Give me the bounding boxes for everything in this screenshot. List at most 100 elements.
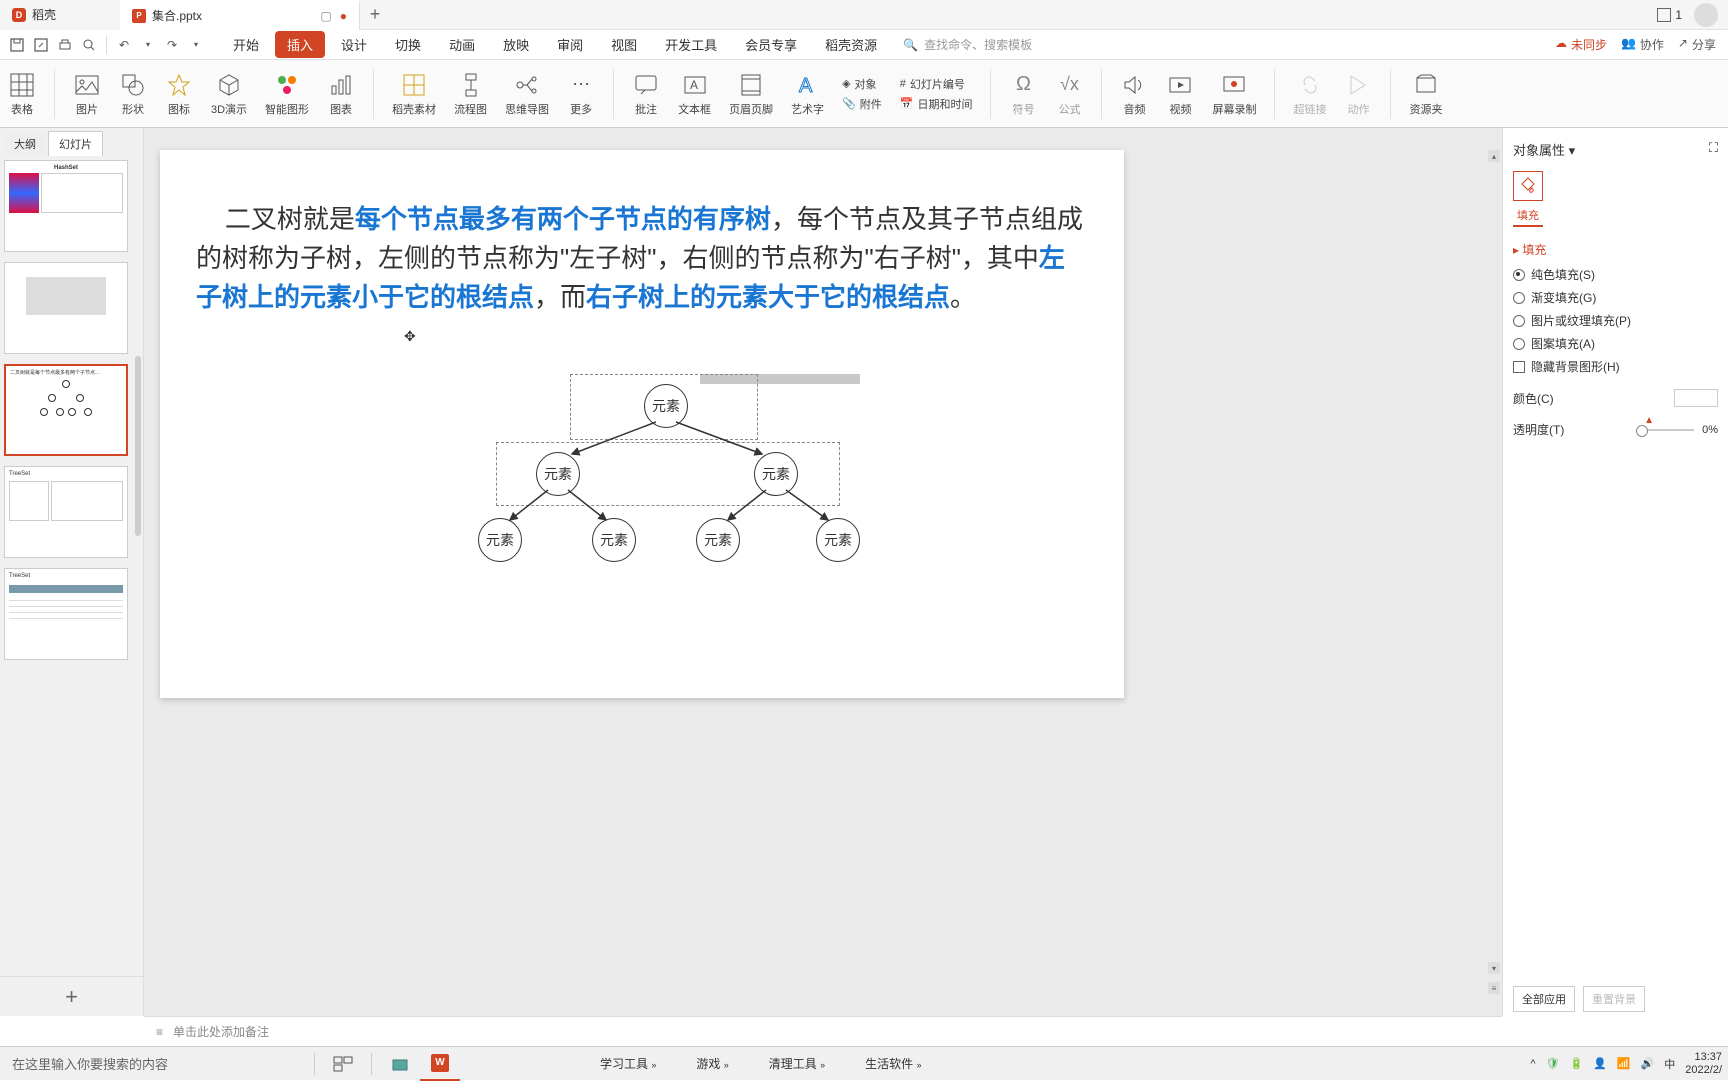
redo-icon[interactable]: ↷ <box>161 34 183 56</box>
scroll-more-icon[interactable]: ≡ <box>1488 982 1500 994</box>
picture-fill-radio[interactable]: 图片或纹理填充(P) <box>1513 312 1718 329</box>
new-tab-button[interactable]: + <box>360 0 390 30</box>
fill-tab-icon[interactable] <box>1513 171 1543 201</box>
menu-tab-insert[interactable]: 插入 <box>275 31 325 58</box>
home-tab[interactable]: D 稻壳 <box>0 0 120 30</box>
wps-icon[interactable]: W <box>420 1047 460 1081</box>
ribbon-shape[interactable]: 形状 <box>119 71 147 117</box>
clock-time[interactable]: 13:37 <box>1685 1051 1722 1063</box>
redo-dropdown-icon[interactable]: ▾ <box>185 34 207 56</box>
window-count[interactable]: 1 <box>1657 8 1682 22</box>
clock-date[interactable]: 2022/2/ <box>1685 1064 1722 1076</box>
scroll-up-icon[interactable]: ▴ <box>1488 150 1500 162</box>
ribbon-flowchart[interactable]: 流程图 <box>454 71 487 117</box>
notes-placeholder[interactable]: 单击此处添加备注 <box>173 1023 269 1040</box>
slides-tab[interactable]: 幻灯片 <box>48 131 103 156</box>
tray-battery-icon[interactable]: 🔋 <box>1569 1057 1583 1070</box>
save-icon[interactable] <box>6 34 28 56</box>
menu-tab-devtools[interactable]: 开发工具 <box>653 31 729 58</box>
slide[interactable]: 二叉树就是每个节点最多有两个子节点的有序树，每个节点及其子节点组成的树称为子树，… <box>160 150 1124 698</box>
ribbon-more[interactable]: ⋯更多 <box>567 71 595 117</box>
tray-volume-icon[interactable]: 🔊 <box>1641 1057 1655 1070</box>
scroll-down-icon[interactable]: ▾ <box>1488 962 1500 974</box>
menu-tab-docer[interactable]: 稻壳资源 <box>813 31 889 58</box>
ribbon-smartart[interactable]: 智能图形 <box>265 71 309 117</box>
user-avatar[interactable] <box>1694 3 1718 27</box>
windows-search[interactable]: 在这里输入你要搜索的内容 <box>6 1054 306 1073</box>
ribbon-equation[interactable]: √x公式 <box>1055 71 1083 117</box>
print-icon[interactable] <box>54 34 76 56</box>
task-group-life[interactable]: 生活软件 » <box>865 1055 921 1072</box>
hide-bg-checkbox[interactable]: 隐藏背景图形(H) <box>1513 358 1718 375</box>
ribbon-3d[interactable]: 3D演示 <box>211 71 247 117</box>
tray-user-icon[interactable]: 👤 <box>1593 1057 1607 1070</box>
canvas-scrollbar[interactable]: ▴ ▾ ≡ <box>1488 150 1500 994</box>
collab-button[interactable]: 👥 协作 <box>1621 36 1664 53</box>
ribbon-comment[interactable]: 批注 <box>632 71 660 117</box>
undo-icon[interactable]: ↶ <box>113 34 135 56</box>
task-group-clean[interactable]: 清理工具 » <box>769 1055 825 1072</box>
ribbon-symbol[interactable]: Ω符号 <box>1009 71 1037 117</box>
menu-tab-view[interactable]: 视图 <box>599 31 649 58</box>
expand-icon[interactable]: ⛶ <box>1709 140 1718 156</box>
ribbon-iconlib[interactable]: 图标 <box>165 71 193 117</box>
ribbon-slide-number[interactable]: #幻灯片编号 <box>900 76 973 92</box>
menu-tab-member[interactable]: 会员专享 <box>733 31 809 58</box>
opacity-slider[interactable]: ▲ <box>1644 429 1694 431</box>
solid-fill-radio[interactable]: 纯色填充(S) <box>1513 266 1718 283</box>
ime-indicator[interactable]: 中 <box>1664 1056 1675 1072</box>
menu-tab-review[interactable]: 审阅 <box>545 31 595 58</box>
preview-icon[interactable] <box>78 34 100 56</box>
menu-tab-design[interactable]: 设计 <box>329 31 379 58</box>
ribbon-chart[interactable]: 图表 <box>327 71 355 117</box>
menu-tab-animation[interactable]: 动画 <box>437 31 487 58</box>
thumb-scrollbar[interactable] <box>135 356 141 536</box>
slide-list[interactable]: HashSet 二叉树就是每个节点最多有两个子节点… Tr <box>0 156 143 976</box>
color-picker[interactable] <box>1674 389 1718 407</box>
tray-wifi-icon[interactable]: 📶 <box>1617 1057 1631 1070</box>
properties-title[interactable]: 对象属性 ▾ ⛶ <box>1513 136 1718 163</box>
ribbon-table[interactable]: 表格 <box>8 71 36 117</box>
ribbon-hyperlink[interactable]: 超链接 <box>1293 71 1326 117</box>
ribbon-attachment[interactable]: 📎附件 <box>842 96 882 112</box>
ribbon-textbox[interactable]: A文本框 <box>678 71 711 117</box>
gradient-fill-radio[interactable]: 渐变填充(G) <box>1513 289 1718 306</box>
ribbon-docer-material[interactable]: 稻壳素材 <box>392 71 436 117</box>
slide-thumb[interactable] <box>4 262 128 354</box>
apply-all-button[interactable]: 全部应用 <box>1513 986 1575 1012</box>
ribbon-screen-record[interactable]: 屏幕录制 <box>1212 71 1256 117</box>
ribbon-wordart[interactable]: A艺术字 <box>791 71 824 117</box>
menu-tab-start[interactable]: 开始 <box>221 31 271 58</box>
outline-tab[interactable]: 大纲 <box>4 132 46 156</box>
slide-thumb[interactable]: TreeSet <box>4 568 128 660</box>
ribbon-datetime[interactable]: 📅日期和时间 <box>900 96 973 112</box>
menu-tab-transition[interactable]: 切换 <box>383 31 433 58</box>
file-tab[interactable]: P 集合.pptx ▢ ● <box>120 0 360 30</box>
ribbon-video[interactable]: 视频 <box>1166 71 1194 117</box>
fill-section-title[interactable]: ▸ 填充 <box>1513 241 1718 258</box>
task-group-game[interactable]: 游戏 » <box>696 1055 728 1072</box>
slide-thumb-selected[interactable]: 二叉树就是每个节点最多有两个子节点… <box>4 364 128 456</box>
tray-expand-icon[interactable]: ^ <box>1530 1058 1535 1070</box>
pattern-fill-radio[interactable]: 图案填充(A) <box>1513 335 1718 352</box>
reset-bg-button[interactable]: 重置背景 <box>1583 986 1645 1012</box>
slide-thumb[interactable]: HashSet <box>4 160 128 252</box>
share-button[interactable]: ↗ 分享 <box>1678 36 1716 53</box>
slide-canvas[interactable]: 二叉树就是每个节点最多有两个子节点的有序树，每个节点及其子节点组成的树称为子树，… <box>144 128 1502 1016</box>
ribbon-header-footer[interactable]: 页眉页脚 <box>729 71 773 117</box>
fill-tab-label[interactable]: 填充 <box>1513 205 1543 227</box>
task-view-icon[interactable] <box>323 1047 363 1081</box>
slide-thumb[interactable]: TreeSet <box>4 466 128 558</box>
ribbon-audio[interactable]: 音频 <box>1120 71 1148 117</box>
sync-status[interactable]: ☁ 未同步 <box>1555 36 1607 53</box>
ribbon-action[interactable]: 动作 <box>1344 71 1372 117</box>
save-as-icon[interactable] <box>30 34 52 56</box>
task-group-study[interactable]: 学习工具 » <box>600 1055 656 1072</box>
ribbon-picture[interactable]: 图片 <box>73 71 101 117</box>
ribbon-resources[interactable]: 资源夹 <box>1409 71 1442 117</box>
add-slide-button[interactable]: + <box>0 976 143 1016</box>
ribbon-mindmap[interactable]: 思维导图 <box>505 71 549 117</box>
menu-tab-slideshow[interactable]: 放映 <box>491 31 541 58</box>
ribbon-object[interactable]: ◈对象 <box>842 76 882 92</box>
tab-window-icon[interactable]: ▢ <box>320 9 331 23</box>
